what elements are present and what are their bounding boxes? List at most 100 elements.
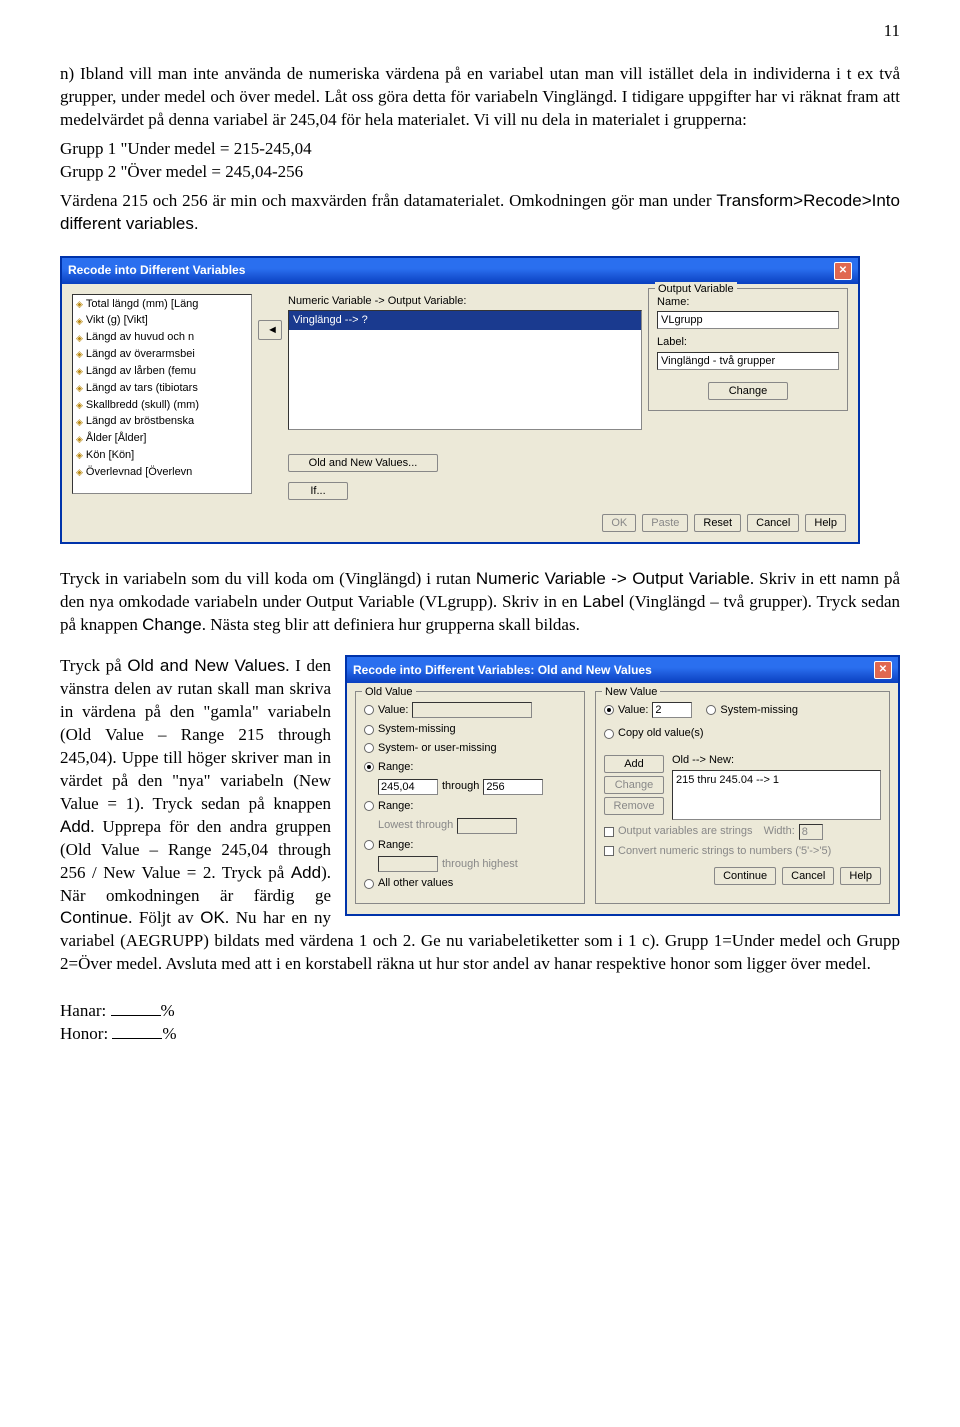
oldnew-list[interactable]: 215 thru 245.04 --> 1 [672,770,881,820]
var-icon: ◈ [76,449,83,461]
lbl: Copy old value(s) [618,726,704,741]
lbl: Range: [378,760,413,775]
old-value-group: Old Value Value: System-missing System- … [355,691,585,904]
var-icon: ◈ [76,399,83,411]
change-button[interactable]: Change [708,382,788,400]
radio-new-sysmiss[interactable] [706,705,716,715]
lbl: Value: [618,703,648,718]
low-through-input[interactable] [457,818,517,834]
t: Label [583,592,625,611]
para-2a: Värdena 215 och 256 är min och maxvärden… [60,191,716,210]
through-low: Lowest through [378,818,453,833]
var-item: Längd av huvud och n [86,330,194,345]
radio-all-other[interactable] [364,879,374,889]
old-value-legend: Old Value [362,685,416,700]
close-icon[interactable]: ✕ [834,262,852,280]
var-icon: ◈ [76,466,83,478]
range-to-input[interactable] [483,779,543,795]
new-value-legend: New Value [602,685,660,700]
t: Continue [60,908,128,927]
help-button-2[interactable]: Help [840,867,881,885]
radio-range-high[interactable] [364,840,374,850]
old-new-values-dialog: Recode into Different Variables: Old and… [345,655,900,916]
radio-new-value[interactable] [604,705,614,715]
t: OK [200,908,225,927]
cancel-button[interactable]: Cancel [747,514,799,532]
var-item: Längd av tars (tibiotars [86,381,198,396]
output-label: Numeric Variable -> Output Variable: [288,294,642,309]
titlebar: Recode into Different Variables ✕ [62,258,858,284]
width-input[interactable] [799,824,823,840]
name-input[interactable] [657,311,839,329]
oldnew-label: Old --> New: [672,753,881,768]
para-transform: Värdena 215 och 256 är min och maxvärden… [60,190,900,236]
var-icon: ◈ [76,332,83,344]
var-item: Överlevnad [Överlevn [86,465,192,480]
radio-value[interactable] [364,705,374,715]
para-instructions: Tryck in variabeln som du vill koda om (… [60,568,900,637]
old-value-input[interactable] [412,702,532,718]
through-high-input[interactable] [378,856,438,872]
radio-range[interactable] [364,762,374,772]
t: . Nästa steg blir att definiera hur grup… [202,615,580,634]
paste-button[interactable]: Paste [642,514,688,532]
ok-button[interactable]: OK [602,514,636,532]
para-intro: n) Ibland vill man inte använda de numer… [60,63,900,132]
lbl: Range: [378,799,413,814]
variable-listbox[interactable]: ◈Total längd (mm) [Läng ◈Vikt (g) [Vikt]… [72,294,252,494]
change-map-button[interactable]: Change [604,776,664,794]
blank-honor [112,1038,162,1039]
t: Add [60,817,90,836]
var-item: Längd av lårben (femu [86,364,196,379]
old-new-values-button[interactable]: Old and New Values... [288,454,438,472]
output-legend: Output Variable [655,282,737,297]
lbl: System-missing [720,703,798,718]
radio-sysmiss[interactable] [364,725,374,735]
lbl: Convert numeric strings to numbers ('5'-… [618,844,831,859]
radio-copy[interactable] [604,729,614,739]
lbl: All other values [378,876,453,891]
through-label: through [442,779,479,794]
var-item: Total längd (mm) [Läng [86,297,199,312]
group-def-2: Grupp 2 "Över medel = 245,04-256 [60,161,900,184]
if-button[interactable]: If... [288,482,348,500]
through-high: through highest [442,857,518,872]
lbl: Output variables are strings [618,824,753,839]
t: Change [142,615,202,634]
reset-button[interactable]: Reset [694,514,741,532]
t: Tryck på [60,656,127,675]
continue-button[interactable]: Continue [714,867,776,885]
t: Add [291,863,321,882]
var-item: Längd av bröstbenska [86,414,194,429]
cancel-button-2[interactable]: Cancel [782,867,834,885]
new-value-input[interactable] [652,702,692,718]
radio-range-low[interactable] [364,801,374,811]
range-from-input[interactable] [378,779,438,795]
remove-button[interactable]: Remove [604,797,664,815]
close-icon[interactable]: ✕ [874,661,892,679]
label-input[interactable] [657,352,839,370]
var-icon: ◈ [76,433,83,445]
lbl: Value: [378,703,408,718]
var-item: Vikt (g) [Vikt] [86,313,148,328]
lbl: System-missing [378,722,456,737]
dialog2-title: Recode into Different Variables: Old and… [353,662,652,678]
radio-sysuser[interactable] [364,743,374,753]
var-item: Längd av överarmsbei [86,347,195,362]
var-icon: ◈ [76,315,83,327]
hanar-line: Hanar: % [60,1000,900,1023]
add-button[interactable]: Add [604,755,664,773]
var-icon: ◈ [76,365,83,377]
output-map-list[interactable]: Vinglängd --> ? [288,310,642,430]
help-button[interactable]: Help [805,514,846,532]
chk-convert[interactable] [604,846,614,856]
titlebar-2: Recode into Different Variables: Old and… [347,657,898,683]
recode-dialog: Recode into Different Variables ✕ ◈Total… [60,256,860,545]
chk-out-str[interactable] [604,827,614,837]
width-label: Width: [764,824,795,839]
var-item: Ålder [Ålder] [86,431,147,446]
t: Numeric Variable -> Output Variable [476,569,750,588]
dialog-title: Recode into Different Variables [68,262,245,278]
oldnew-item: 215 thru 245.04 --> 1 [676,773,877,788]
move-left-button[interactable]: ◄ [258,320,282,340]
